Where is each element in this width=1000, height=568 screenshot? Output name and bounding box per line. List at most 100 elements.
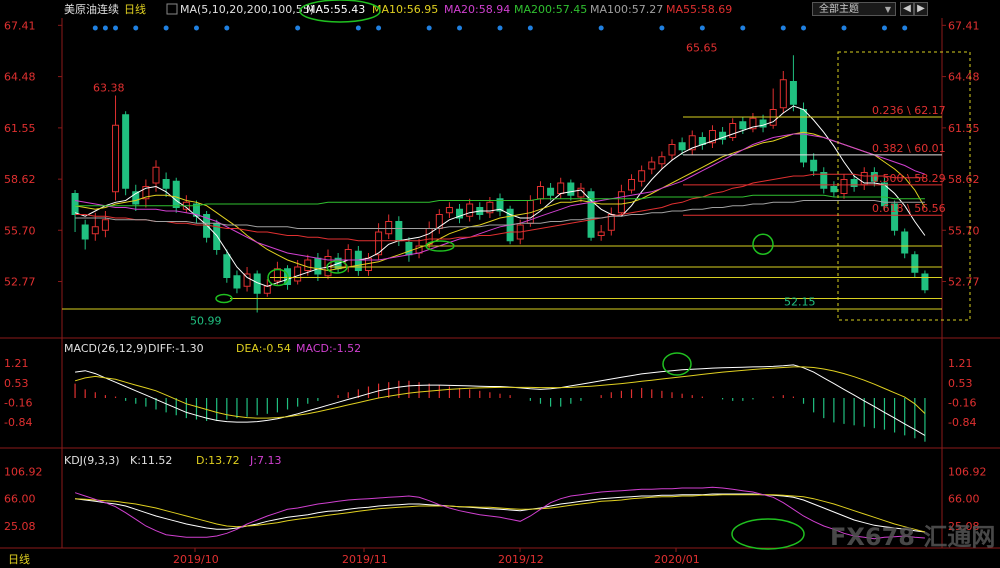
ma5-value: MA5:55.43 [306, 3, 365, 16]
price-axis-label-left: 64.48 [4, 71, 36, 84]
macd-diff: DIFF:-1.30 [148, 342, 204, 355]
candle-body [901, 231, 909, 254]
event-dot [801, 25, 807, 31]
macd-axis-label-right: 1.21 [948, 357, 973, 370]
candle-body [830, 186, 838, 193]
event-dot [113, 25, 119, 31]
macd-title: MACD(26,12,9) [64, 342, 148, 355]
fib-label: 0.382 \ 60.01 [872, 142, 946, 155]
ma200-value: MA200:57.45 [514, 3, 587, 16]
event-dot [598, 25, 604, 31]
x-tick-label: 2019/12 [498, 553, 544, 566]
candle-body [547, 187, 555, 196]
candle-body [850, 179, 858, 187]
price-annotation: 52.15 [784, 295, 816, 308]
event-dot [193, 25, 199, 31]
candle-body [739, 121, 747, 130]
fib-label: 0.500 \ 58.29 [872, 172, 946, 185]
price-axis-label-right: 52.77 [948, 276, 980, 289]
stock-chart[interactable]: 67.41 67.41 64.48 64.48 61.55 61.55 58.62 58.62… [0, 0, 1000, 568]
event-dot [457, 25, 463, 31]
candle-body [172, 180, 180, 208]
instrument-title: 美原油连续 [64, 2, 119, 16]
price-axis-label-left: 55.70 [4, 224, 36, 237]
kdj-title: KDJ(9,3,3) [64, 454, 120, 467]
macd-dea-line [74, 366, 926, 419]
event-dot [133, 25, 139, 31]
candle-body [658, 156, 666, 165]
macd-value: MACD:-1.52 [296, 342, 361, 355]
period-label: 日线 [124, 2, 146, 16]
price-annotation: 65.65 [686, 41, 718, 54]
candle-body [395, 221, 403, 242]
kdj-axis-label-right: 66.00 [948, 493, 980, 506]
macd-dea: DEA:-0.54 [236, 342, 291, 355]
candle-body [921, 273, 929, 291]
fib-label: 0.618 \ 56.56 [872, 202, 946, 215]
candle-body [557, 182, 565, 194]
settings-icon[interactable] [166, 3, 178, 15]
macd-axis-label-left: -0.84 [4, 416, 32, 429]
candle-body [354, 250, 362, 271]
kdj-j-line [74, 486, 925, 540]
kdj-axis-label-left: 66.00 [4, 493, 36, 506]
event-dot [497, 25, 503, 31]
price-axis-label-right: 55.70 [948, 224, 980, 237]
event-dot [659, 25, 665, 31]
candle-body [71, 193, 79, 215]
event-dot [163, 25, 169, 31]
candle-body [122, 114, 130, 189]
candle-body [789, 81, 797, 105]
ma55-value: MA55:58.69 [666, 3, 732, 16]
ma20-value: MA20:58.94 [444, 3, 510, 16]
candle-body [840, 179, 848, 194]
price-axis-label-right: 64.48 [948, 71, 980, 84]
kdj-axis-label-left: 25.08 [4, 520, 36, 533]
kdj-axis-label-right: 106.92 [948, 465, 987, 478]
price-axis-label-right: 58.62 [948, 173, 980, 186]
event-dot [527, 25, 533, 31]
macd-axis-label-right: 0.53 [948, 377, 973, 390]
candle-body [810, 159, 818, 172]
support-circle [215, 293, 233, 304]
macd-axis-label-right: -0.84 [948, 416, 976, 429]
footer-period: 日线 [8, 552, 30, 566]
candle-body [162, 179, 170, 189]
candle-body [152, 166, 160, 184]
macd-axis-label-right: -0.16 [948, 397, 976, 410]
event-dot [902, 25, 908, 31]
event-dot [355, 25, 361, 31]
candle-body [536, 186, 544, 200]
macd-axis-label-left: -0.16 [4, 397, 32, 410]
candle-body [668, 144, 676, 156]
price-axis-label-left: 61.55 [4, 122, 36, 135]
candle-body [779, 79, 787, 109]
kdj-d: D:13.72 [196, 454, 240, 467]
macd-axis-label-left: 1.21 [4, 357, 29, 370]
price-annotation: 63.38 [93, 82, 125, 95]
candle-body [263, 285, 271, 294]
event-dot [224, 25, 230, 31]
event-dot [92, 25, 98, 31]
candle-body [223, 254, 231, 278]
ma-params: MA(5,10,20,200,100,55) [180, 3, 314, 16]
candle-body [233, 275, 241, 289]
candle-body [638, 170, 646, 182]
event-dot [426, 25, 432, 31]
kdj-d-line [75, 494, 926, 533]
kdj-highlight-circle [731, 518, 805, 550]
macd-axis-label-left: 0.53 [4, 377, 29, 390]
ma100-value: MA100:57.27 [590, 3, 663, 16]
candle-body [112, 124, 120, 193]
event-dot [780, 25, 786, 31]
price-axis-label-left: 52.77 [4, 276, 36, 289]
candle-body [101, 219, 109, 231]
x-tick-label: 2020/01 [654, 553, 700, 566]
candle-body [597, 231, 605, 236]
macd-cross-circle [662, 352, 692, 376]
candle-body [648, 161, 656, 170]
kdj-axis-label-left: 106.92 [4, 465, 43, 478]
x-tick-label: 2019/11 [342, 553, 388, 566]
candle-body [466, 203, 474, 217]
candle-body [678, 142, 686, 151]
